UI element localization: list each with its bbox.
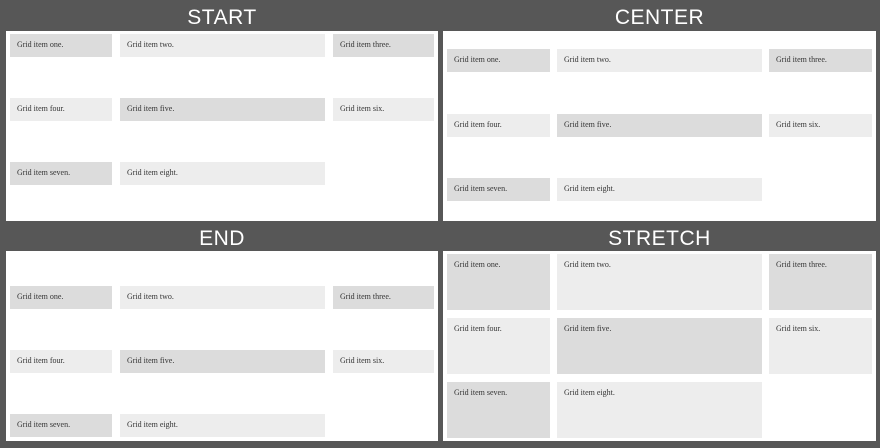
panel-title-center: CENTER bbox=[614, 6, 705, 29]
grid-item: Grid item one. bbox=[447, 254, 550, 310]
grid-item: Grid item five. bbox=[557, 114, 762, 137]
grid-item: Grid item three. bbox=[333, 34, 434, 57]
grid-item: Grid item six. bbox=[333, 350, 434, 373]
grid-item: Grid item eight. bbox=[120, 414, 325, 437]
grid-item: Grid item eight. bbox=[557, 178, 762, 201]
grid-item: Grid item six. bbox=[769, 114, 872, 137]
grid-item: Grid item five. bbox=[120, 350, 325, 373]
grid-item: Grid item six. bbox=[333, 98, 434, 121]
grid-item: Grid item two. bbox=[557, 49, 762, 72]
grid-panel-end: Grid item one. Grid item two. Grid item … bbox=[6, 251, 438, 441]
grid-panel-start: Grid item one. Grid item two. Grid item … bbox=[6, 31, 438, 221]
grid-item: Grid item five. bbox=[120, 98, 325, 121]
grid-item: Grid item one. bbox=[447, 49, 550, 72]
grid-item: Grid item three. bbox=[333, 286, 434, 309]
grid-item: Grid item four. bbox=[447, 318, 550, 374]
grid-item: Grid item six. bbox=[769, 318, 872, 374]
grid-item: Grid item seven. bbox=[447, 178, 550, 201]
grid-item: Grid item two. bbox=[120, 286, 325, 309]
grid-item: Grid item two. bbox=[557, 254, 762, 310]
grid-item: Grid item seven. bbox=[10, 414, 112, 437]
grid-panel-stretch: Grid item one. Grid item two. Grid item … bbox=[443, 251, 876, 441]
grid-item: Grid item four. bbox=[10, 350, 112, 373]
grid-item: Grid item one. bbox=[10, 286, 112, 309]
grid-item: Grid item eight. bbox=[557, 382, 762, 438]
panel-title-start: START bbox=[187, 6, 257, 29]
grid-panel-center: Grid item one. Grid item two. Grid item … bbox=[443, 31, 876, 221]
grid-item: Grid item one. bbox=[10, 34, 112, 57]
grid-item: Grid item three. bbox=[769, 49, 872, 72]
grid-item: Grid item four. bbox=[10, 98, 112, 121]
panel-title-stretch: STRETCH bbox=[608, 227, 711, 250]
panel-title-end: END bbox=[199, 227, 245, 250]
grid-item: Grid item eight. bbox=[120, 162, 325, 185]
grid-item: Grid item seven. bbox=[10, 162, 112, 185]
grid-item: Grid item four. bbox=[447, 114, 550, 137]
grid-item: Grid item five. bbox=[557, 318, 762, 374]
grid-item: Grid item two. bbox=[120, 34, 325, 57]
grid-item: Grid item three. bbox=[769, 254, 872, 310]
grid-item: Grid item seven. bbox=[447, 382, 550, 438]
